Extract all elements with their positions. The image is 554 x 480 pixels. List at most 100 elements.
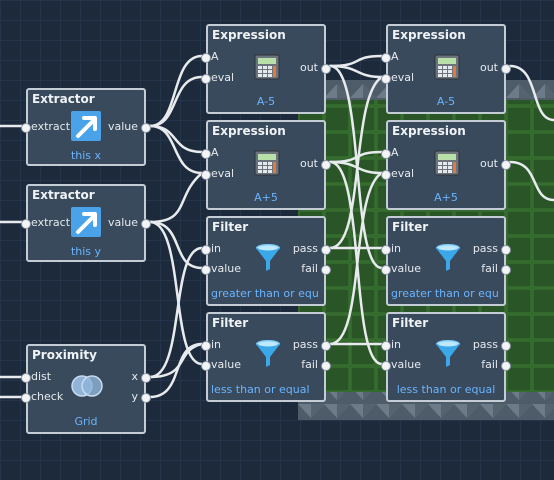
value-port-label: value [107,120,138,133]
pass-output-port[interactable] [321,341,331,351]
extractor-node-x[interactable]: Extractor extract value this x [21,88,151,166]
x-output-port[interactable] [141,373,151,383]
filter-node-3[interactable]: Filter in value pass fail greater than o… [381,216,511,306]
funnel-icon [256,244,280,271]
pass-port-label: pass [292,242,318,255]
node-title: Expression [212,124,286,138]
eval-port-label: eval [391,167,415,180]
node-subtitle: A-5 [436,95,456,108]
expression-node-2[interactable]: Expression A eval out A+5 [201,120,331,210]
a-port-label: A [211,146,219,159]
eval-port-label: eval [211,71,235,84]
value-input-port[interactable] [381,361,391,371]
calculator-icon [254,54,280,80]
venn-circles-icon [71,375,103,397]
node-subtitle: A+5 [254,191,278,204]
node-title: Filter [212,316,249,330]
node-title: Extractor [32,92,95,106]
check-input-port[interactable] [21,393,31,403]
value-port-label: value [391,358,422,371]
node-subtitle: this y [70,245,102,258]
fail-output-port[interactable] [501,361,511,371]
node-title: Expression [392,28,466,42]
eval-input-port[interactable] [201,170,211,180]
value-input-port[interactable] [201,265,211,275]
node-subtitle: Grid [74,415,98,428]
value-port-label: value [107,216,138,229]
fail-output-port[interactable] [321,361,331,371]
dist-port-label: dist [31,370,52,383]
node-title: Filter [392,220,429,234]
node-subtitle: A-5 [256,95,276,108]
eval-input-port[interactable] [201,74,211,84]
in-input-port[interactable] [201,341,211,351]
out-output-port[interactable] [321,160,331,170]
pass-output-port[interactable] [501,245,511,255]
x-port-label: x [131,370,138,383]
y-port-label: y [131,390,138,403]
calculator-icon [434,54,460,80]
out-port-label: out [299,61,318,74]
expression-node-3[interactable]: Expression A eval out A-5 [381,24,511,114]
a-input-port[interactable] [201,53,211,63]
extract-arrow-icon [71,111,101,141]
fail-port-label: fail [301,262,318,275]
eval-input-port[interactable] [381,170,391,180]
a-port-label: A [391,146,399,159]
pass-port-label: pass [472,338,498,351]
node-subtitle: greater than or equ [211,287,319,300]
fail-port-label: fail [481,358,498,371]
fail-output-port[interactable] [501,265,511,275]
pass-port-label: pass [472,242,498,255]
funnel-icon [256,340,280,367]
dist-input-port[interactable] [21,373,31,383]
in-port-label: in [391,242,402,255]
y-output-port[interactable] [141,393,151,403]
filter-node-2[interactable]: Filter in value pass fail less than or e… [201,312,331,402]
check-port-label: check [31,390,64,403]
filter-node-4[interactable]: Filter in value pass fail less than or e… [381,312,511,402]
a-input-port[interactable] [381,53,391,63]
out-output-port[interactable] [501,64,511,74]
node-subtitle: less than or equal [211,383,310,396]
extract-input-port[interactable] [21,219,31,229]
fail-output-port[interactable] [321,265,331,275]
proximity-node[interactable]: Proximity dist check x y Grid [21,344,151,434]
out-port-label: out [479,157,498,170]
out-output-port[interactable] [501,160,511,170]
funnel-icon [436,244,460,271]
node-title: Extractor [32,188,95,202]
extract-input-port[interactable] [21,123,31,133]
a-port-label: A [391,50,399,63]
out-output-port[interactable] [321,64,331,74]
a-input-port[interactable] [381,149,391,159]
fail-port-label: fail [481,262,498,275]
in-input-port[interactable] [201,245,211,255]
pass-port-label: pass [292,338,318,351]
pass-output-port[interactable] [501,341,511,351]
in-port-label: in [211,338,222,351]
value-input-port[interactable] [201,361,211,371]
in-input-port[interactable] [381,245,391,255]
in-input-port[interactable] [381,341,391,351]
expression-node-1[interactable]: Expression A eval out A-5 [201,24,331,114]
filter-node-1[interactable]: Filter in value pass fail greater than o… [201,216,331,306]
value-output-port[interactable] [141,219,151,229]
out-port-label: out [299,157,318,170]
value-output-port[interactable] [141,123,151,133]
expression-node-4[interactable]: Expression A eval out A+5 [381,120,511,210]
in-port-label: in [391,338,402,351]
value-input-port[interactable] [381,265,391,275]
calculator-icon [254,150,280,176]
a-port-label: A [211,50,219,63]
extract-port-label: extract [31,216,71,229]
eval-input-port[interactable] [381,74,391,84]
extractor-node-y[interactable]: Extractor extract value this y [21,184,151,262]
pass-output-port[interactable] [321,245,331,255]
value-port-label: value [391,262,422,275]
extract-port-label: extract [31,120,71,133]
node-title: Proximity [32,348,97,362]
a-input-port[interactable] [201,149,211,159]
node-subtitle: A+5 [434,191,458,204]
node-title: Filter [212,220,249,234]
